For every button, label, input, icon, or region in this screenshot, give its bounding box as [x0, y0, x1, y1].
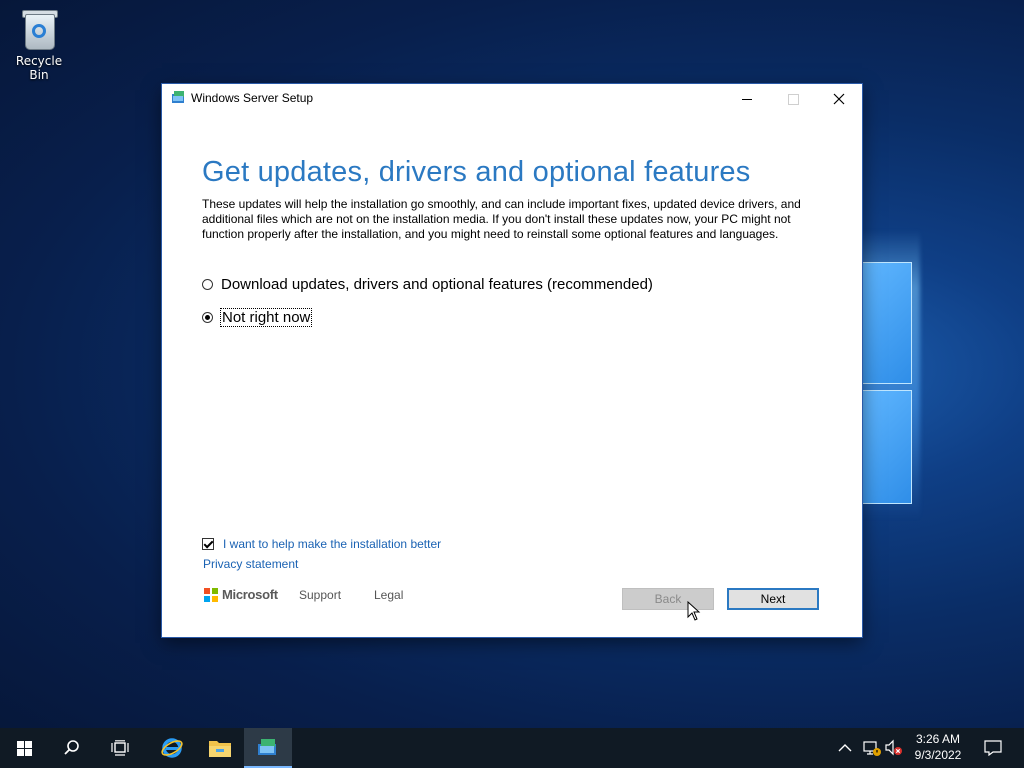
system-clock[interactable]: 3:26 AM 9/3/2022 [906, 731, 970, 763]
recycle-bin-icon [21, 8, 58, 50]
windows-logo-pane-bottom [862, 390, 912, 504]
chevron-up-icon [838, 744, 852, 752]
volume-muted-icon [885, 739, 902, 756]
clock-time: 3:26 AM [915, 732, 961, 746]
option-not-right-now[interactable]: Not right now [202, 308, 313, 327]
maximize-button[interactable] [770, 84, 816, 114]
window-title: Windows Server Setup [191, 91, 314, 105]
volume-tray-button[interactable] [884, 728, 904, 768]
internet-explorer-button[interactable] [148, 728, 196, 768]
internet-explorer-icon [161, 738, 183, 758]
help-checkbox-label[interactable]: I want to help make the installation bet… [223, 537, 441, 551]
file-explorer-button[interactable] [196, 728, 244, 768]
page-heading: Get updates, drivers and optional featur… [202, 156, 751, 188]
help-improve-checkbox-row[interactable]: I want to help make the installation bet… [202, 537, 441, 551]
privacy-statement-link[interactable]: Privacy statement [203, 557, 298, 571]
radio-button-selected[interactable] [202, 312, 213, 323]
search-icon [64, 740, 79, 755]
option-label: Not right now [219, 308, 313, 327]
notification-icon [984, 740, 1002, 756]
option-download-updates[interactable]: Download updates, drivers and optional f… [202, 276, 653, 293]
setup-taskbar-button[interactable] [244, 728, 292, 768]
support-link[interactable]: Support [299, 588, 341, 602]
windows-logo-pane-top [862, 262, 912, 384]
help-checkbox[interactable] [202, 538, 214, 550]
maximize-icon [787, 93, 799, 105]
search-button[interactable] [48, 728, 96, 768]
show-hidden-icons-button[interactable] [838, 728, 852, 768]
title-bar[interactable]: Windows Server Setup [162, 84, 862, 114]
minimize-button[interactable] [724, 84, 770, 114]
taskbar: 3:26 AM 9/3/2022 [0, 728, 1024, 768]
setup-icon [258, 739, 276, 755]
mouse-cursor-icon [687, 601, 701, 621]
close-button[interactable] [816, 84, 862, 114]
network-disconnected-icon [863, 741, 881, 756]
start-icon [16, 740, 32, 756]
task-view-button[interactable] [96, 728, 144, 768]
start-button[interactable] [0, 728, 48, 768]
setup-app-icon [172, 91, 184, 103]
radio-button[interactable] [202, 279, 213, 290]
minimize-icon [742, 98, 752, 100]
microsoft-logo-icon [204, 587, 218, 602]
network-tray-button[interactable] [862, 728, 882, 768]
file-explorer-icon [209, 741, 231, 757]
recycle-bin-label: Recycle Bin [15, 54, 63, 82]
recycle-bin[interactable]: Recycle Bin [6, 8, 72, 82]
clock-date: 9/3/2022 [914, 748, 962, 762]
legal-link[interactable]: Legal [374, 588, 403, 602]
setup-window: Windows Server Setup Get updates, driver… [162, 84, 862, 637]
next-button[interactable]: Next [727, 588, 819, 610]
microsoft-logo: Microsoft [204, 587, 278, 602]
task-view-icon [111, 740, 129, 756]
action-center-button[interactable] [978, 728, 1008, 768]
microsoft-wordmark: Microsoft [222, 587, 278, 602]
option-label: Download updates, drivers and optional f… [221, 276, 653, 293]
page-description: These updates will help the installation… [202, 197, 801, 241]
close-icon [833, 93, 845, 105]
